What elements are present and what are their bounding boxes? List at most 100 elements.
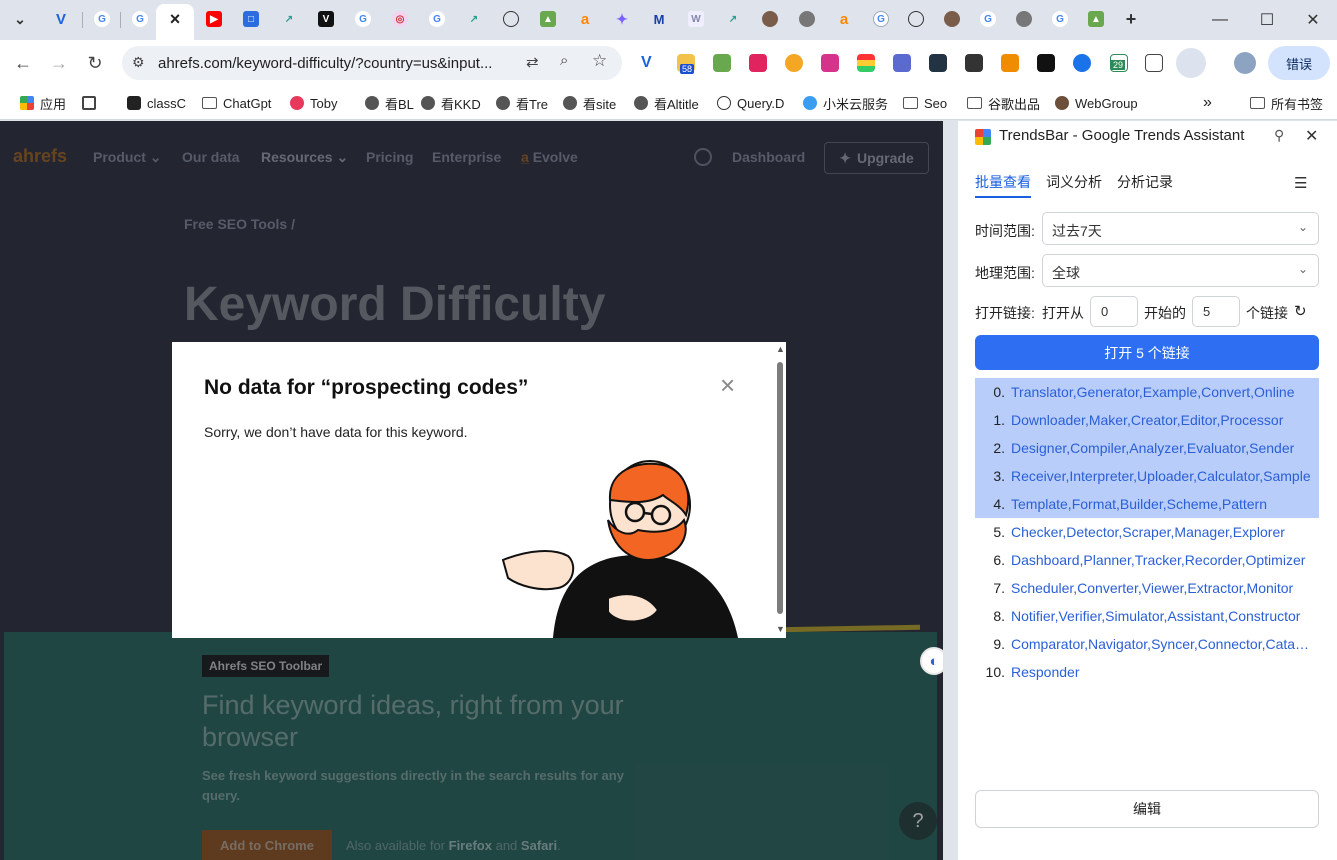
- tab-avatar-icon[interactable]: [762, 11, 778, 27]
- list-item-link[interactable]: Template,Format,Builder,Scheme,Pattern: [1011, 496, 1311, 512]
- link-count-input[interactable]: 5: [1192, 296, 1240, 327]
- bookmark-seo[interactable]: Seo: [903, 93, 947, 113]
- list-item[interactable]: 8. Notifier,Verifier,Simulator,Assistant,…: [975, 602, 1319, 630]
- bookmark-toby[interactable]: Toby: [290, 93, 337, 113]
- tab-google-icon[interactable]: G: [980, 11, 996, 27]
- bookmarks-more[interactable]: »: [1203, 93, 1212, 113]
- site-info-icon[interactable]: ⚙: [132, 54, 145, 71]
- list-item[interactable]: 4. Template,Format,Builder,Scheme,Pattern: [975, 490, 1319, 518]
- tab-google-icon[interactable]: G: [1052, 11, 1068, 27]
- bookmark-altitle[interactable]: 看Altitle: [634, 93, 699, 113]
- list-item-link[interactable]: Comparator,Navigator,Syncer,Connector,Ca…: [1011, 636, 1311, 652]
- bookmark-kkd[interactable]: 看KKD: [421, 93, 481, 113]
- list-item-link[interactable]: Receiver,Interpreter,Uploader,Calculator…: [1011, 468, 1311, 484]
- floating-assistant-icon[interactable]: ◐: [920, 647, 943, 675]
- ext-translate-icon[interactable]: [821, 54, 839, 72]
- tab-history[interactable]: 分析记录: [1117, 172, 1173, 192]
- tab-trends-icon[interactable]: ↗: [725, 11, 741, 27]
- tab-google-icon[interactable]: G: [132, 11, 148, 27]
- ext-v-icon[interactable]: V: [641, 54, 659, 72]
- maximize-icon[interactable]: ☐: [1252, 8, 1282, 32]
- ext-eyes-icon[interactable]: [1037, 54, 1055, 72]
- tab-trends-icon[interactable]: ↗: [281, 11, 297, 27]
- bookmark-xiaomi[interactable]: 小米云服务: [803, 93, 888, 113]
- tab-extension-icon[interactable]: ▲: [1088, 11, 1104, 27]
- bookmark-star-icon[interactable]: ☆: [592, 51, 607, 71]
- tab-google-icon[interactable]: G: [429, 11, 445, 27]
- bookmark-site[interactable]: 看site: [563, 93, 616, 113]
- filter-settings-icon[interactable]: ☰: [1294, 174, 1307, 192]
- list-item[interactable]: 10. Responder: [975, 658, 1319, 686]
- ext-green-icon[interactable]: [713, 54, 731, 72]
- scroll-down-icon[interactable]: ▼: [776, 624, 785, 634]
- address-bar[interactable]: ⚙ ahrefs.com/keyword-difficulty/?country…: [122, 46, 622, 80]
- tab-avatar-icon[interactable]: [944, 11, 960, 27]
- list-item[interactable]: 9. Comparator,Navigator,Syncer,Connector,…: [975, 630, 1319, 658]
- translate-icon[interactable]: ⇄: [526, 53, 539, 71]
- tab-search-dropdown-icon[interactable]: ⌄: [12, 11, 28, 27]
- list-item[interactable]: 0. Translator,Generator,Example,Convert,O…: [975, 378, 1319, 406]
- reload-icon[interactable]: ↻: [82, 50, 108, 76]
- list-item[interactable]: 5. Checker,Detector,Scraper,Manager,Explo…: [975, 518, 1319, 546]
- tab-globe-icon[interactable]: [1016, 11, 1032, 27]
- tab-app-icon[interactable]: □: [243, 11, 259, 27]
- profile-avatar[interactable]: [1234, 52, 1256, 74]
- tab-site-icon[interactable]: ◎: [392, 11, 408, 27]
- address-url[interactable]: ahrefs.com/keyword-difficulty/?country=u…: [158, 55, 492, 72]
- list-item[interactable]: 1. Downloader,Maker,Creator,Editor,Proces…: [975, 406, 1319, 434]
- bookmark-apps[interactable]: 应用: [20, 93, 66, 113]
- ext-c-icon[interactable]: [1073, 54, 1091, 72]
- tab-semantic-analysis[interactable]: 词义分析: [1046, 172, 1102, 192]
- list-item-link[interactable]: Scheduler,Converter,Viewer,Extractor,Mon…: [1011, 580, 1311, 596]
- geo-range-select[interactable]: 全球 ⌄: [1042, 254, 1319, 287]
- list-item[interactable]: 6. Dashboard,Planner,Tracker,Recorder,Opt…: [975, 546, 1319, 574]
- tab-openai-icon[interactable]: [503, 11, 519, 27]
- tab-ahrefs-icon[interactable]: a: [577, 11, 593, 28]
- ext-calendar-icon[interactable]: 29: [1110, 54, 1128, 72]
- minimize-icon[interactable]: —: [1205, 8, 1235, 32]
- back-icon[interactable]: ←: [10, 50, 36, 76]
- refresh-icon[interactable]: ↻: [1294, 302, 1307, 320]
- ext-clock-icon[interactable]: [785, 54, 803, 72]
- bookmark-webgroup[interactable]: WebGroup: [1055, 93, 1138, 113]
- tab-google-icon[interactable]: G: [94, 11, 110, 27]
- modal-close-icon[interactable]: ×: [720, 370, 735, 401]
- list-item-link[interactable]: Downloader,Maker,Creator,Editor,Processo…: [1011, 412, 1311, 428]
- tab-gemini-icon[interactable]: ✦: [614, 11, 630, 27]
- profile-error-button[interactable]: 错误: [1268, 46, 1330, 80]
- list-item-link[interactable]: Responder: [1011, 664, 1311, 680]
- ext-tdk-icon[interactable]: [893, 54, 911, 72]
- list-item-link[interactable]: Checker,Detector,Scraper,Manager,Explore…: [1011, 524, 1311, 540]
- ext-badge-icon[interactable]: 58: [677, 54, 695, 74]
- close-panel-icon[interactable]: ✕: [1305, 126, 1318, 146]
- side-panel-icon[interactable]: [1176, 48, 1206, 78]
- list-item[interactable]: 7. Scheduler,Converter,Viewer,Extractor,M…: [975, 574, 1319, 602]
- extensions-puzzle-icon[interactable]: [1145, 54, 1163, 72]
- tab-extension-icon[interactable]: ▲: [540, 11, 556, 27]
- tab-favicon-v-icon[interactable]: V: [53, 11, 69, 28]
- bookmark-chatgpt[interactable]: ChatGpt: [202, 93, 271, 113]
- list-item-link[interactable]: Designer,Compiler,Analyzer,Evaluator,Sen…: [1011, 440, 1311, 456]
- edit-button[interactable]: 编辑: [975, 790, 1319, 828]
- ext-o-icon[interactable]: [1001, 54, 1019, 72]
- ext-book-icon[interactable]: [929, 54, 947, 72]
- tab-site-m-icon[interactable]: M: [651, 11, 667, 27]
- scroll-up-icon[interactable]: ▲: [776, 344, 785, 354]
- ext-t-icon[interactable]: [857, 54, 875, 72]
- modal-scrollbar[interactable]: ▲ ▼: [776, 344, 785, 634]
- time-range-select[interactable]: 过去7天 ⌄: [1042, 212, 1319, 245]
- tab-openai-icon[interactable]: [908, 11, 924, 27]
- zoom-icon[interactable]: ⌕: [560, 52, 568, 69]
- ext-red-icon[interactable]: [749, 54, 767, 72]
- list-item-link[interactable]: Translator,Generator,Example,Convert,Onl…: [1011, 384, 1311, 400]
- bookmark-bl[interactable]: 看BL: [365, 93, 414, 113]
- tab-google-icon[interactable]: G: [873, 11, 889, 27]
- tab-ahrefs-icon[interactable]: a: [836, 11, 852, 28]
- tab-batch-view[interactable]: 批量查看: [975, 172, 1031, 192]
- ext-x-icon[interactable]: [965, 54, 983, 72]
- start-index-input[interactable]: 0: [1090, 296, 1138, 327]
- bookmark-google[interactable]: 谷歌出品: [967, 93, 1040, 113]
- tab-youtube-icon[interactable]: ▶: [206, 11, 222, 27]
- open-links-button[interactable]: 打开 5 个链接: [975, 335, 1319, 370]
- tab-wp-icon[interactable]: W: [688, 11, 704, 27]
